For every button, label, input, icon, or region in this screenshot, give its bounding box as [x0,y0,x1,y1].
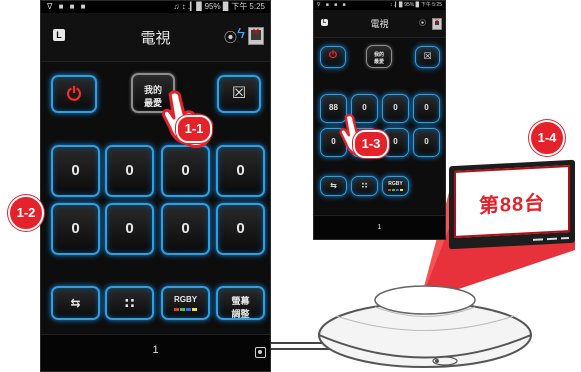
rgby-button[interactable]: RGBY [161,286,210,320]
mute-button[interactable]: ☒ [217,75,261,113]
swap-button[interactable]: ⇆ [320,176,347,196]
rgby-color-dots [383,189,408,192]
digit-key[interactable]: 0 [161,203,210,255]
digit-key[interactable]: 0 [161,145,210,197]
tv-indicator [561,237,569,240]
favorites-label-1: 我的 [373,52,384,58]
screen-adjust-button[interactable]: 螢幕 調整 [216,286,265,320]
digit-label: 0 [393,103,398,112]
status-icons-right: ♫ ↕ .▎▉ 95% ▉ 下午 5:25 [173,2,265,11]
digit-key[interactable]: 0 [382,94,409,123]
digit-key[interactable]: 0 [105,145,154,197]
rgby-button[interactable]: RGBY [382,176,409,196]
digit-key[interactable]: 0 [51,203,100,255]
status-icons-left: ∇ ■ ■ ■ [47,2,88,11]
wifi-signal-icon[interactable]: ⦿ [419,18,426,28]
page-number: 1 [152,344,159,356]
keypad-icon: ∷ [361,181,368,190]
digit-label: 0 [71,162,80,179]
bolt-icon: ϟ [237,25,245,42]
wifi-signal-icon[interactable]: ⦿ [224,27,237,46]
bottom-bar: 1 [314,215,445,239]
digit-label: 0 [181,162,190,179]
power-button[interactable]: ⏻ [320,46,346,68]
rgby-color-dots [163,307,208,311]
status-icons-right: ↕ .▎▉ 95% ▉ 下午 5:25 [389,2,442,8]
status-bar: ∇ ■ ■ ■ ♫ ↕ .▎▉ 95% ▉ 下午 5:25 [41,1,270,13]
digit-label: 0 [424,137,429,146]
main-phone-screen: ∇ ■ ■ ■ ♫ ↕ .▎▉ 95% ▉ 下午 5:25 L 電視 ⦿ ϟ ✕… [40,0,271,372]
television: 第88台 [449,159,575,250]
status-bar: ∇ ■ ■ ■ ↕ .▎▉ 95% ▉ 下午 5:25 [314,1,445,10]
digit-label: 0 [236,162,245,179]
power-icon: ⏻ [329,50,337,61]
digit-label: 0 [125,220,134,237]
keypad-icon: ∷ [124,295,135,311]
tv-channel-text: 第88台 [478,192,546,218]
power-button[interactable]: ⏻ [51,75,97,113]
bottom-bar: 1 [41,334,270,371]
digit-key[interactable]: 0 [216,145,265,197]
rgby-label: RGBY [388,181,403,187]
digit-label: 0 [393,137,398,146]
tv-device-icon[interactable]: ✕ [432,18,442,30]
swap-button[interactable]: ⇆ [51,286,100,320]
status-icons-left: ∇ ■ ■ ■ [317,2,348,8]
screen-adjust-label-2: 調整 [231,309,250,319]
screen-adjust-label-1: 螢幕 [231,296,250,306]
camera-icon[interactable] [255,347,266,358]
digit-label: 0 [236,220,245,237]
swap-icon: ⇆ [70,296,81,310]
tv-device-icon[interactable]: ✕ [248,27,264,45]
tv-screen: 第88台 [454,164,570,239]
digit-label: 88 [329,103,338,112]
digit-key[interactable]: 0 [413,128,440,157]
keypad-button[interactable]: ∷ [105,286,154,320]
mute-button[interactable]: ☒ [415,46,440,68]
page-number: 1 [377,224,382,231]
digit-key[interactable]: 0 [216,203,265,255]
tv-indicator [547,237,557,241]
favorites-button[interactable]: 我的 最愛 [366,45,392,68]
digit-key[interactable]: 0 [413,94,440,123]
digit-key[interactable]: 0 [105,203,154,255]
step-callout-1-3: 1-3 [353,130,389,158]
digit-label: 0 [424,103,429,112]
mute-icon: ☒ [423,51,432,61]
app-bar: L 電視 ⦿ ✕ [314,10,445,38]
app-bar: L 電視 ⦿ ϟ ✕ [41,13,270,62]
digit-label: 0 [181,220,190,237]
rgby-label: RGBY [173,295,198,304]
keypad-button[interactable]: ∷ [351,176,378,196]
step-callout-1-1: 1-1 [176,115,212,143]
digit-label: 0 [362,103,367,112]
favorites-label-2: 最愛 [373,59,384,65]
digit-label: 0 [125,162,134,179]
step-callout-1-4: 1-4 [529,120,565,156]
digit-label: 0 [71,220,80,237]
step-callout-1-2: 1-2 [8,195,44,231]
swap-icon: ⇆ [330,181,337,190]
digit-key[interactable]: 0 [51,145,100,197]
mute-icon: ☒ [231,85,247,102]
tv-indicator [533,238,543,241]
digit-label: 0 [331,137,336,146]
power-icon: ⏻ [66,84,82,104]
